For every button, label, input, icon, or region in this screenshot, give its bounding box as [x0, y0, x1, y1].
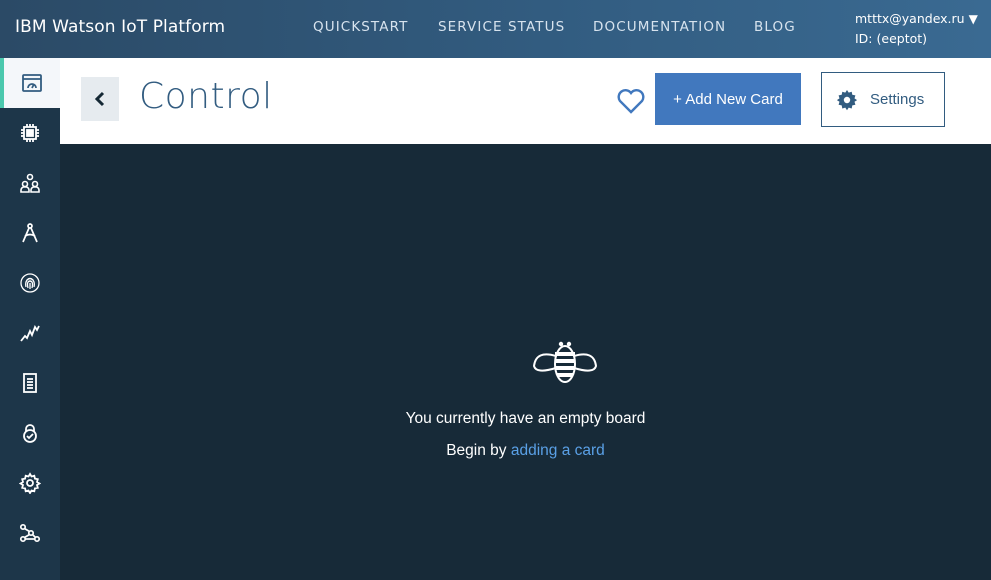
heart-icon[interactable]	[615, 85, 647, 117]
settings-icon	[19, 472, 41, 494]
extensions-icon	[19, 523, 41, 543]
board-header: Control + Add New Card Settings	[60, 58, 991, 144]
nav-documentation[interactable]: DOCUMENTATION	[593, 19, 726, 35]
chevron-left-icon	[94, 91, 105, 107]
members-icon	[20, 173, 40, 193]
bee-icon	[532, 341, 598, 383]
settings-label: Settings	[870, 91, 925, 108]
adding-a-card-link[interactable]: adding a card	[511, 442, 605, 459]
begin-instruction: Begin by adding a card	[60, 442, 991, 460]
sidebar-item-logs[interactable]	[0, 358, 60, 408]
lock-icon	[23, 424, 37, 443]
sidebar	[0, 58, 60, 580]
add-new-card-button[interactable]: + Add New Card	[655, 73, 801, 125]
sidebar-item-access[interactable]	[0, 408, 60, 458]
settings-button[interactable]: Settings	[821, 72, 945, 127]
sidebar-item-extensions[interactable]	[0, 508, 60, 558]
user-id: ID: (eeptot)	[855, 31, 928, 46]
user-email: mtttx@yandex.ru	[855, 11, 965, 26]
back-button[interactable]	[81, 77, 119, 121]
devices-icon	[21, 124, 39, 142]
sidebar-item-rules[interactable]	[0, 208, 60, 258]
boards-icon	[22, 74, 42, 92]
sidebar-item-devices[interactable]	[0, 108, 60, 158]
nav-quickstart[interactable]: QUICKSTART	[313, 19, 408, 35]
sidebar-item-members[interactable]	[0, 158, 60, 208]
logs-icon	[23, 373, 37, 393]
empty-board-message: You currently have an empty board	[405, 410, 646, 427]
nav-service-status[interactable]: SERVICE STATUS	[438, 19, 565, 35]
sidebar-item-settings[interactable]	[0, 458, 60, 508]
gear-icon	[836, 89, 858, 110]
sidebar-item-security[interactable]	[0, 258, 60, 308]
rules-icon	[22, 223, 38, 243]
user-menu[interactable]: mtttx@yandex.ru ▼ ID: (eeptot)	[855, 9, 978, 49]
brand-title[interactable]: IBM Watson IoT Platform	[15, 17, 225, 37]
analytics-icon	[20, 325, 40, 342]
sidebar-item-analytics[interactable]	[0, 308, 60, 358]
begin-prefix: Begin by	[446, 442, 511, 459]
sidebar-item-boards[interactable]	[0, 58, 60, 108]
top-bar: IBM Watson IoT Platform QUICKSTART SERVI…	[0, 0, 991, 58]
nav-blog[interactable]: BLOG	[754, 19, 796, 35]
chevron-down-icon[interactable]: ▼	[969, 12, 978, 26]
page-title: Control	[139, 76, 273, 117]
board-canvas: You currently have an empty board Begin …	[60, 144, 991, 580]
security-fingerprint-icon	[20, 273, 40, 293]
